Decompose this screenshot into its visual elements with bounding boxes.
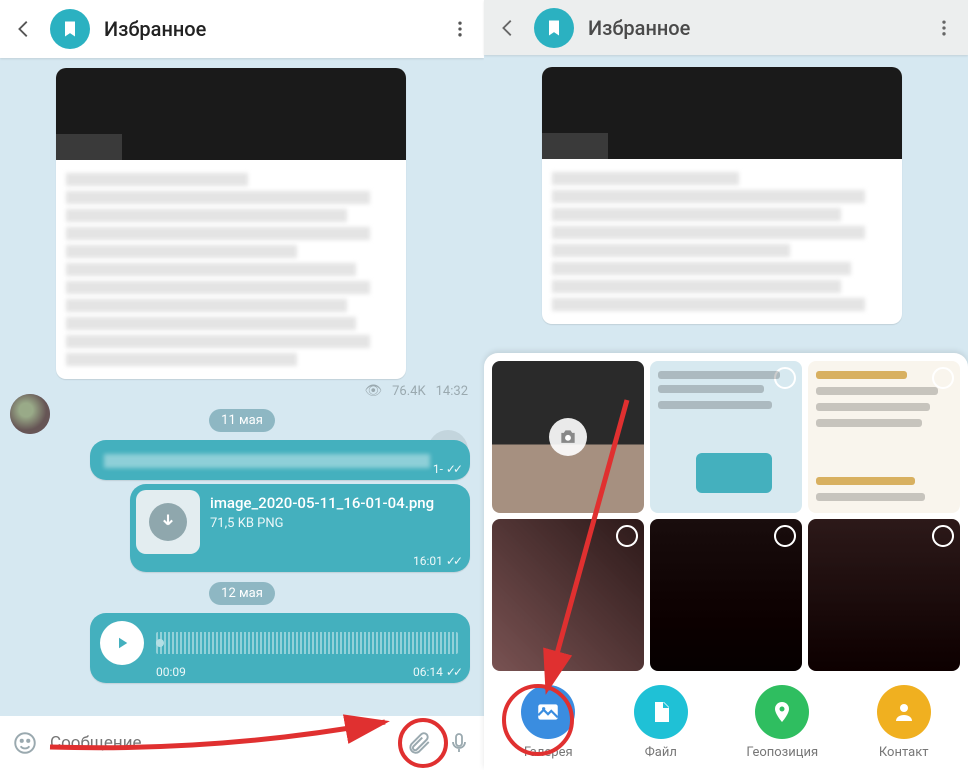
select-circle[interactable]	[932, 525, 954, 547]
attachment-sheet: Галерея Файл Геопозиция Контакт	[484, 353, 968, 770]
more-icon[interactable]	[448, 17, 472, 41]
outgoing-message[interactable]: 1-	[90, 440, 470, 480]
action-label: Геопозиция	[746, 745, 818, 760]
chat-body-dimmed	[484, 55, 968, 353]
forwarded-message[interactable]	[56, 68, 406, 379]
views-count: 76.4K	[392, 384, 426, 399]
attach-icon[interactable]	[404, 728, 434, 758]
mic-icon[interactable]	[444, 728, 474, 758]
action-gallery[interactable]: Галерея	[521, 685, 575, 760]
date-separator: 12 мая	[209, 582, 275, 605]
action-label: Файл	[645, 745, 677, 760]
saved-avatar[interactable]	[534, 8, 574, 48]
waveform[interactable]	[156, 632, 458, 654]
views-icon: 👁	[364, 383, 382, 399]
chat-header: Избранное	[484, 0, 968, 55]
read-ticks-icon	[446, 554, 460, 568]
chat-body[interactable]: 👁 76.4K 14:32 11 мая 1- image_2020-05-11…	[0, 58, 484, 716]
message-time: 14:32	[436, 384, 468, 399]
file-icon	[634, 685, 688, 739]
location-icon	[755, 685, 809, 739]
input-bar	[0, 716, 484, 770]
saved-avatar[interactable]	[50, 9, 90, 49]
action-contact[interactable]: Контакт	[877, 685, 931, 760]
voice-time: 06:14	[413, 665, 443, 679]
emoji-icon[interactable]	[10, 728, 40, 758]
gallery-tile[interactable]	[650, 519, 802, 671]
file-thumbnail[interactable]	[136, 490, 200, 554]
gallery-tile[interactable]	[650, 361, 802, 513]
file-message[interactable]: image_2020-05-11_16-01-04.png 71,5 KB PN…	[130, 484, 470, 572]
message-input[interactable]	[50, 733, 394, 753]
chat-title[interactable]: Избранное	[104, 17, 434, 41]
forwarded-message	[542, 67, 902, 324]
date-separator: 11 мая	[209, 409, 275, 432]
action-file[interactable]: Файл	[634, 685, 688, 760]
gallery-tile[interactable]	[492, 519, 644, 671]
gallery-grid	[492, 361, 960, 671]
camera-icon	[549, 418, 587, 456]
attachment-actions: Галерея Файл Геопозиция Контакт	[492, 671, 960, 770]
msg-time: 1-	[433, 462, 443, 476]
voice-position: 00:09	[156, 665, 186, 679]
play-button[interactable]	[100, 621, 144, 665]
gallery-tile[interactable]	[808, 519, 960, 671]
message-image	[542, 67, 902, 159]
action-label: Контакт	[879, 745, 929, 760]
gallery-icon	[521, 685, 575, 739]
select-circle[interactable]	[616, 525, 638, 547]
read-ticks-icon	[446, 665, 460, 679]
select-circle[interactable]	[774, 525, 796, 547]
file-name: image_2020-05-11_16-01-04.png	[210, 494, 434, 512]
select-circle[interactable]	[932, 367, 954, 389]
back-icon[interactable]	[496, 16, 520, 40]
back-icon[interactable]	[12, 17, 36, 41]
message-meta: 👁 76.4K 14:32	[0, 383, 468, 399]
message-image[interactable]	[56, 68, 406, 160]
action-location[interactable]: Геопозиция	[746, 685, 818, 760]
gallery-tile[interactable]	[808, 361, 960, 513]
action-label: Галерея	[524, 745, 573, 760]
message-text	[542, 159, 902, 324]
chat-title[interactable]: Избранное	[588, 16, 918, 40]
file-time: 16:01	[413, 554, 443, 568]
contact-icon	[877, 685, 931, 739]
read-ticks-icon	[446, 462, 460, 476]
file-size: 71,5 KB PNG	[210, 516, 434, 531]
more-icon[interactable]	[932, 16, 956, 40]
message-text	[56, 160, 406, 379]
camera-tile[interactable]	[492, 361, 644, 513]
chat-header: Избранное	[0, 0, 484, 58]
voice-message[interactable]: 00:09 06:14	[90, 613, 470, 683]
sender-avatar[interactable]	[10, 394, 50, 434]
download-icon[interactable]	[149, 503, 187, 541]
